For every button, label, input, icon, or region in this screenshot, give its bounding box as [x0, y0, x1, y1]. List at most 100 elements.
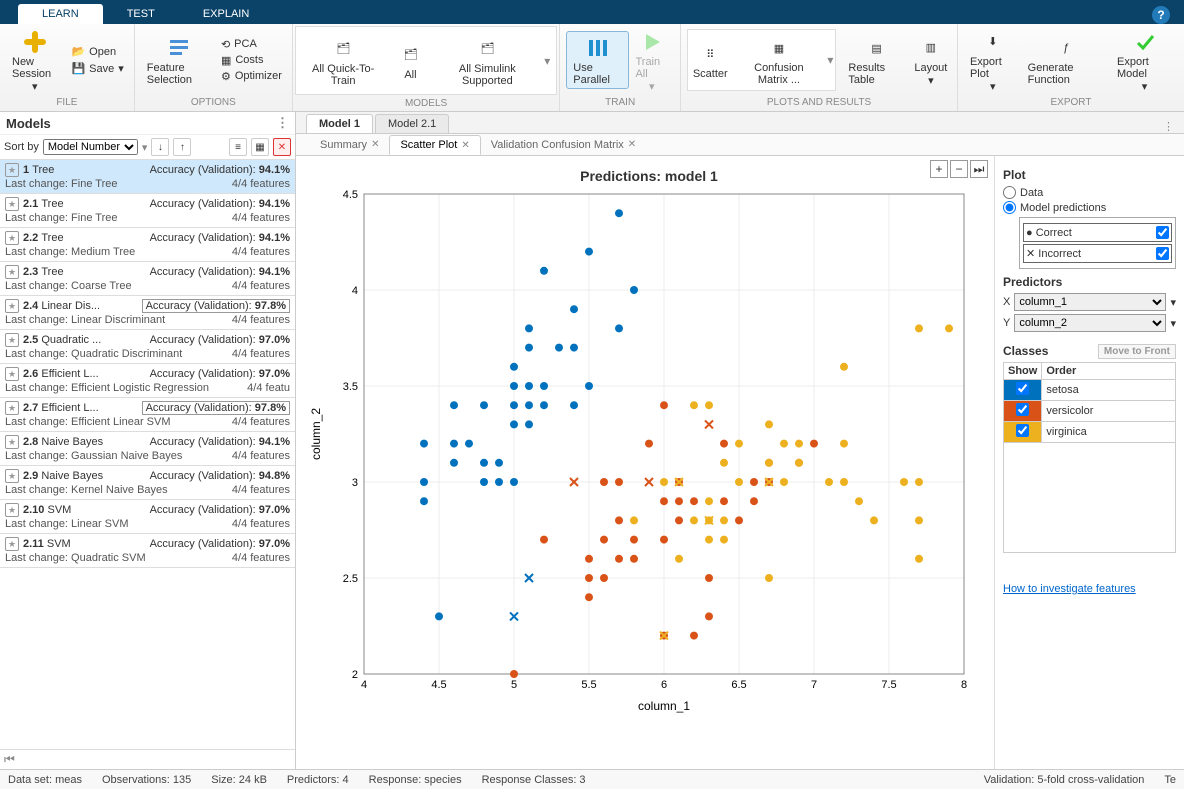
svg-text:3: 3	[352, 477, 358, 489]
scroll-start-icon[interactable]: ⏮	[0, 749, 295, 769]
model-item[interactable]: ★ 2.1 Tree Accuracy (Validation): 94.1% …	[0, 194, 295, 228]
models-pane: Models⋮ Sort by Model Number ▾ ↓ ↑ ≡ ▦ ✕…	[0, 112, 296, 769]
svg-text:4: 4	[361, 679, 367, 691]
models-list[interactable]: ★ 1 Tree Accuracy (Validation): 94.1% La…	[0, 160, 295, 749]
scatter-chart[interactable]: 44.555.566.577.5822.533.544.5column_1col…	[304, 184, 984, 724]
export-plot-button[interactable]: ⬇Export Plot▾	[964, 26, 1022, 95]
use-parallel-button[interactable]: Use Parallel	[566, 31, 629, 89]
move-to-front-button[interactable]: Move to Front	[1098, 344, 1176, 359]
star-icon[interactable]: ★	[5, 265, 19, 279]
delete-button[interactable]: ✕	[273, 138, 291, 156]
class-show-check[interactable]	[1016, 424, 1029, 437]
kebab-icon[interactable]: ⋮	[276, 115, 289, 131]
confusion-matrix-button[interactable]: ▦Confusion Matrix ...	[734, 32, 823, 88]
model-item[interactable]: ★ 2.10 SVM Accuracy (Validation): 97.0% …	[0, 500, 295, 534]
model-item[interactable]: ★ 2.7 Efficient L... Accuracy (Validatio…	[0, 398, 295, 432]
y-predictor-select[interactable]: column_2	[1014, 314, 1166, 332]
close-icon[interactable]: ✕	[628, 139, 636, 150]
star-icon[interactable]: ★	[5, 401, 19, 415]
star-icon[interactable]: ★	[5, 231, 19, 245]
model-item[interactable]: ★ 2.4 Linear Dis... Accuracy (Validation…	[0, 296, 295, 330]
tab-learn[interactable]: LEARN	[18, 4, 103, 24]
model-item[interactable]: ★ 2.6 Efficient L... Accuracy (Validatio…	[0, 364, 295, 398]
x-predictor-select[interactable]: column_1	[1014, 293, 1166, 311]
costs-button[interactable]: ▦Costs	[217, 53, 286, 68]
classes-table: ShowOrder setosaversicolorvirginica	[1003, 362, 1176, 443]
investigate-features-link[interactable]: How to investigate features	[1003, 583, 1136, 595]
help-icon[interactable]: ?	[1152, 6, 1170, 24]
star-icon[interactable]: ★	[5, 163, 19, 177]
star-icon[interactable]: ★	[5, 367, 19, 381]
star-icon[interactable]: ★	[5, 333, 19, 347]
model-item[interactable]: ★ 2.3 Tree Accuracy (Validation): 94.1% …	[0, 262, 295, 296]
parallel-icon	[584, 34, 612, 62]
open-button[interactable]: 📂Open	[67, 44, 127, 59]
sort-by-select[interactable]: Model Number	[43, 139, 138, 155]
radio-model-predictions[interactable]: Model predictions	[1003, 201, 1176, 214]
train-all-button[interactable]: Train All▾	[629, 26, 674, 95]
close-icon[interactable]: ✕	[461, 140, 469, 151]
optimizer-button[interactable]: ⚙Optimizer	[217, 69, 286, 84]
close-icon[interactable]: ✕	[371, 139, 379, 150]
status-bar: Data set: meas Observations: 135 Size: 2…	[0, 769, 1184, 789]
save-button[interactable]: 💾Save ▾	[67, 61, 127, 76]
export-model-button[interactable]: Export Model▾	[1111, 26, 1178, 95]
all-simulink-button[interactable]: 🗂All Simulink Supported	[436, 33, 538, 89]
pca-button[interactable]: ⟲PCA	[217, 37, 286, 52]
all-button[interactable]: 🗂All	[390, 39, 430, 83]
model-item[interactable]: ★ 1 Tree Accuracy (Validation): 94.1% La…	[0, 160, 295, 194]
status-validation: Validation: 5-fold cross-validation	[984, 774, 1145, 786]
svg-text:5: 5	[511, 679, 517, 691]
model-item[interactable]: ★ 2.8 Naive Bayes Accuracy (Validation):…	[0, 432, 295, 466]
model-item[interactable]: ★ 2.9 Naive Bayes Accuracy (Validation):…	[0, 466, 295, 500]
check-icon	[1131, 28, 1159, 56]
model-item[interactable]: ★ 2.11 SVM Accuracy (Validation): 97.0% …	[0, 534, 295, 568]
svg-text:4.5: 4.5	[343, 189, 358, 201]
star-icon[interactable]: ★	[5, 299, 19, 313]
model-icon: 🗂	[329, 35, 357, 63]
sub-tab-scatter[interactable]: Scatter Plot✕	[389, 135, 480, 155]
star-icon[interactable]: ★	[5, 469, 19, 483]
new-session-button[interactable]: New Session▾	[6, 26, 63, 95]
tab-test[interactable]: TEST	[103, 4, 179, 24]
scatter-button[interactable]: ⠿Scatter	[690, 32, 730, 88]
star-icon[interactable]: ★	[5, 197, 19, 211]
results-table-button[interactable]: ▤Results Table	[842, 32, 910, 88]
star-icon[interactable]: ★	[5, 503, 19, 517]
generate-function-button[interactable]: ƒGenerate Function	[1022, 32, 1111, 88]
ribbon-group-export: EXPORT	[958, 96, 1184, 110]
center-area: Model 1 Model 2.1 ⋮ Summary✕ Scatter Plo…	[296, 112, 1184, 769]
sort-desc-button[interactable]: ↑	[173, 138, 191, 156]
feature-selection-button[interactable]: Feature Selection	[141, 32, 217, 88]
layout-button[interactable]: ▥Layout▾	[911, 32, 951, 89]
kebab-icon[interactable]: ⋮	[1163, 120, 1184, 133]
sub-tab-confusion[interactable]: Validation Confusion Matrix✕	[481, 136, 646, 154]
grid-view-button[interactable]: ▦	[251, 138, 269, 156]
next-button[interactable]: ⏭	[970, 160, 988, 178]
sort-asc-button[interactable]: ↓	[151, 138, 169, 156]
radio-data[interactable]: Data	[1003, 186, 1176, 199]
svg-text:3.5: 3.5	[343, 381, 358, 393]
plus-button[interactable]: +	[930, 160, 948, 178]
svg-text:8: 8	[961, 679, 967, 691]
star-icon[interactable]: ★	[5, 537, 19, 551]
check-correct[interactable]	[1156, 226, 1169, 239]
doc-tab-model21[interactable]: Model 2.1	[375, 114, 449, 133]
all-quick-to-train-button[interactable]: 🗂All Quick-To-Train	[302, 33, 385, 89]
star-icon[interactable]: ★	[5, 435, 19, 449]
svg-text:column_2: column_2	[309, 408, 323, 460]
model-item[interactable]: ★ 2.5 Quadratic ... Accuracy (Validation…	[0, 330, 295, 364]
list-view-button[interactable]: ≡	[229, 138, 247, 156]
sub-tab-summary[interactable]: Summary✕	[310, 136, 389, 154]
tab-explain[interactable]: EXPLAIN	[179, 4, 273, 24]
layout-icon: ▥	[917, 34, 945, 62]
class-show-check[interactable]	[1016, 382, 1029, 395]
model-item[interactable]: ★ 2.2 Tree Accuracy (Validation): 94.1% …	[0, 228, 295, 262]
ribbon-group-options: OPTIONS	[135, 96, 292, 110]
class-show-check[interactable]	[1016, 403, 1029, 416]
list-icon	[165, 34, 193, 62]
plus-icon	[21, 28, 49, 56]
check-incorrect[interactable]	[1156, 247, 1169, 260]
doc-tab-model1[interactable]: Model 1	[306, 114, 373, 133]
minus-button[interactable]: −	[950, 160, 968, 178]
